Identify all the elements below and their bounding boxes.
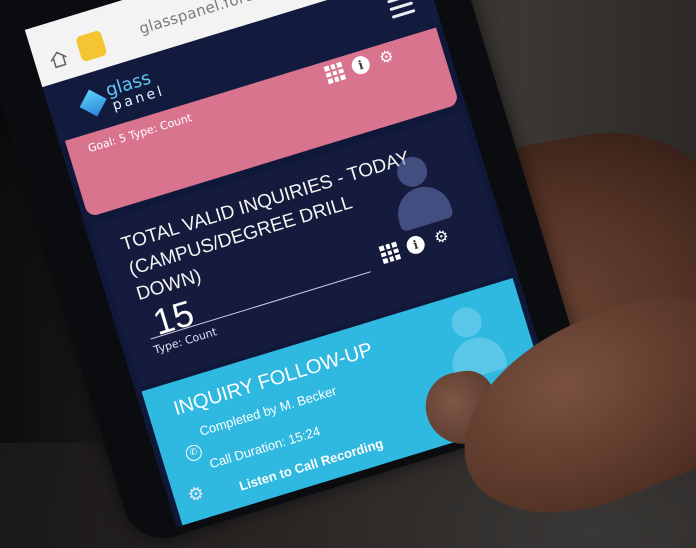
- info-icon[interactable]: i: [349, 53, 372, 77]
- gear-icon[interactable]: ⚙: [374, 45, 399, 70]
- gear-icon[interactable]: ⚙: [185, 482, 207, 507]
- home-icon[interactable]: [46, 47, 71, 72]
- gear-icon[interactable]: ⚙: [429, 225, 454, 250]
- tab-icon[interactable]: [75, 29, 108, 63]
- grid-icon[interactable]: [377, 240, 402, 265]
- info-icon[interactable]: i: [404, 233, 427, 257]
- phone-icon: ✆: [183, 442, 204, 463]
- grid-icon[interactable]: [322, 61, 347, 86]
